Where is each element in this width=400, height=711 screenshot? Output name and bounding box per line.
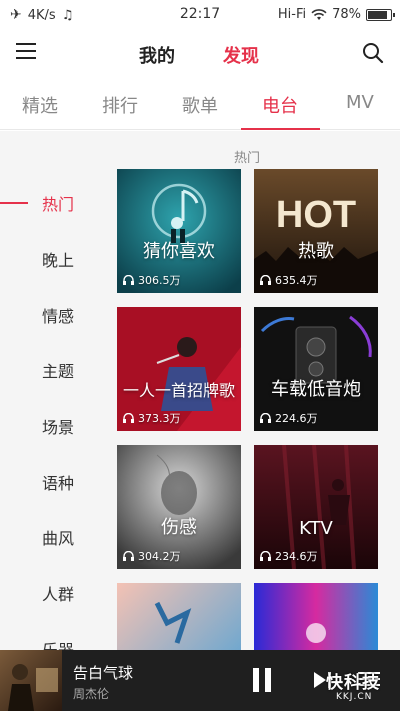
song-title: 告白气球 — [73, 664, 134, 682]
radio-card[interactable]: 伤感 304.2万 — [117, 445, 241, 569]
card-art-dance — [117, 583, 241, 650]
radio-card[interactable]: HOT 热歌 635.4万 — [254, 169, 378, 293]
category-tabs: 精选 排行 歌单 电台 MV — [0, 78, 400, 130]
headphone-icon — [260, 275, 271, 285]
wifi-icon — [311, 8, 327, 20]
play-count-value: 224.6万 — [275, 412, 318, 425]
radio-card[interactable]: KTV 234.6万 — [254, 445, 378, 569]
pause-icon[interactable] — [251, 668, 273, 692]
hamburger-menu-icon[interactable] — [16, 43, 36, 61]
sidebar-item-instrument[interactable]: 乐器 — [42, 637, 74, 650]
status-bar: ✈ 4K/s ♫ 22:17 Hi-Fi 78% — [0, 0, 400, 30]
network-label: Hi-Fi — [277, 7, 307, 22]
play-count-value: 304.2万 — [138, 550, 181, 563]
nav-discover[interactable]: 发现 — [223, 42, 259, 68]
tab-radio[interactable]: 电台 — [262, 92, 298, 118]
nav-mine[interactable]: 我的 — [139, 42, 175, 68]
card-title: 伤感 — [161, 517, 197, 538]
status-right: Hi-Fi 78% — [277, 7, 395, 22]
sidebar-item-emotion[interactable]: 情感 — [42, 303, 74, 327]
tab-playlists[interactable]: 歌单 — [182, 92, 218, 118]
card-title: KTV — [299, 518, 333, 539]
section-title: 热门 — [234, 151, 261, 166]
battery-icon — [366, 8, 395, 21]
sidebar-item-language[interactable]: 语种 — [42, 470, 74, 494]
headphone-icon — [123, 413, 134, 423]
card-art-dj — [254, 583, 378, 650]
play-count-value: 373.3万 — [138, 412, 181, 425]
radio-card[interactable] — [117, 583, 241, 650]
watermark-main: 快科技 — [326, 673, 380, 693]
battery-percent: 78% — [332, 7, 361, 22]
active-category-indicator — [0, 202, 28, 204]
play-count: 234.6万 — [260, 548, 318, 564]
card-title: 一人一首招牌歌 — [122, 381, 235, 400]
sidebar-item-genre[interactable]: 曲风 — [42, 525, 74, 549]
sidebar-item-evening[interactable]: 晚上 — [42, 247, 74, 271]
headphone-icon — [260, 413, 271, 423]
radio-content: 热门 晚上 情感 主题 场景 语种 曲风 人群 乐器 热门 猜你喜欢 306.5… — [0, 131, 400, 650]
active-tab-underline — [241, 128, 320, 130]
radio-card[interactable]: 一人一首招牌歌 373.3万 — [117, 307, 241, 431]
top-nav: 我的 发现 — [0, 30, 400, 78]
card-title: 热歌 — [298, 241, 334, 262]
sidebar-item-people[interactable]: 人群 — [42, 581, 74, 605]
sidebar-item-theme[interactable]: 主题 — [42, 358, 74, 382]
play-count: 373.3万 — [123, 410, 181, 426]
mini-player[interactable]: 告白气球 周杰伦 快科技 KKJ.CN — [0, 650, 400, 711]
play-count-value: 306.5万 — [138, 274, 181, 287]
watermark-logo: 快科技 KKJ.CN — [322, 668, 398, 706]
tab-mv[interactable]: MV — [346, 92, 374, 113]
play-count: 224.6万 — [260, 410, 318, 426]
search-icon[interactable] — [362, 42, 384, 64]
radio-card[interactable]: 猜你喜欢 306.5万 — [117, 169, 241, 293]
headphone-icon — [260, 551, 271, 561]
play-count: 306.5万 — [123, 272, 181, 288]
card-title: 车载低音炮 — [271, 379, 361, 400]
radio-card[interactable] — [254, 583, 378, 650]
radio-card[interactable]: 车载低音炮 224.6万 — [254, 307, 378, 431]
play-count-value: 234.6万 — [275, 550, 318, 563]
play-count-value: 635.4万 — [275, 274, 318, 287]
card-title: 猜你喜欢 — [143, 241, 215, 262]
tab-ranking[interactable]: 排行 — [102, 92, 138, 118]
watermark-sub: KKJ.CN — [336, 692, 373, 702]
headphone-icon — [123, 275, 134, 285]
play-count: 304.2万 — [123, 548, 181, 564]
song-artist: 周杰伦 — [73, 687, 110, 701]
sidebar-item-scene[interactable]: 场景 — [42, 414, 74, 438]
sidebar-item-hot[interactable]: 热门 — [42, 191, 74, 215]
play-count: 635.4万 — [260, 272, 318, 288]
tab-featured[interactable]: 精选 — [22, 92, 58, 118]
category-sidebar: 热门 晚上 情感 主题 场景 语种 曲风 人群 乐器 — [0, 131, 110, 650]
album-art[interactable] — [0, 650, 62, 711]
headphone-icon — [123, 551, 134, 561]
svg-text:HOT: HOT — [276, 194, 356, 236]
